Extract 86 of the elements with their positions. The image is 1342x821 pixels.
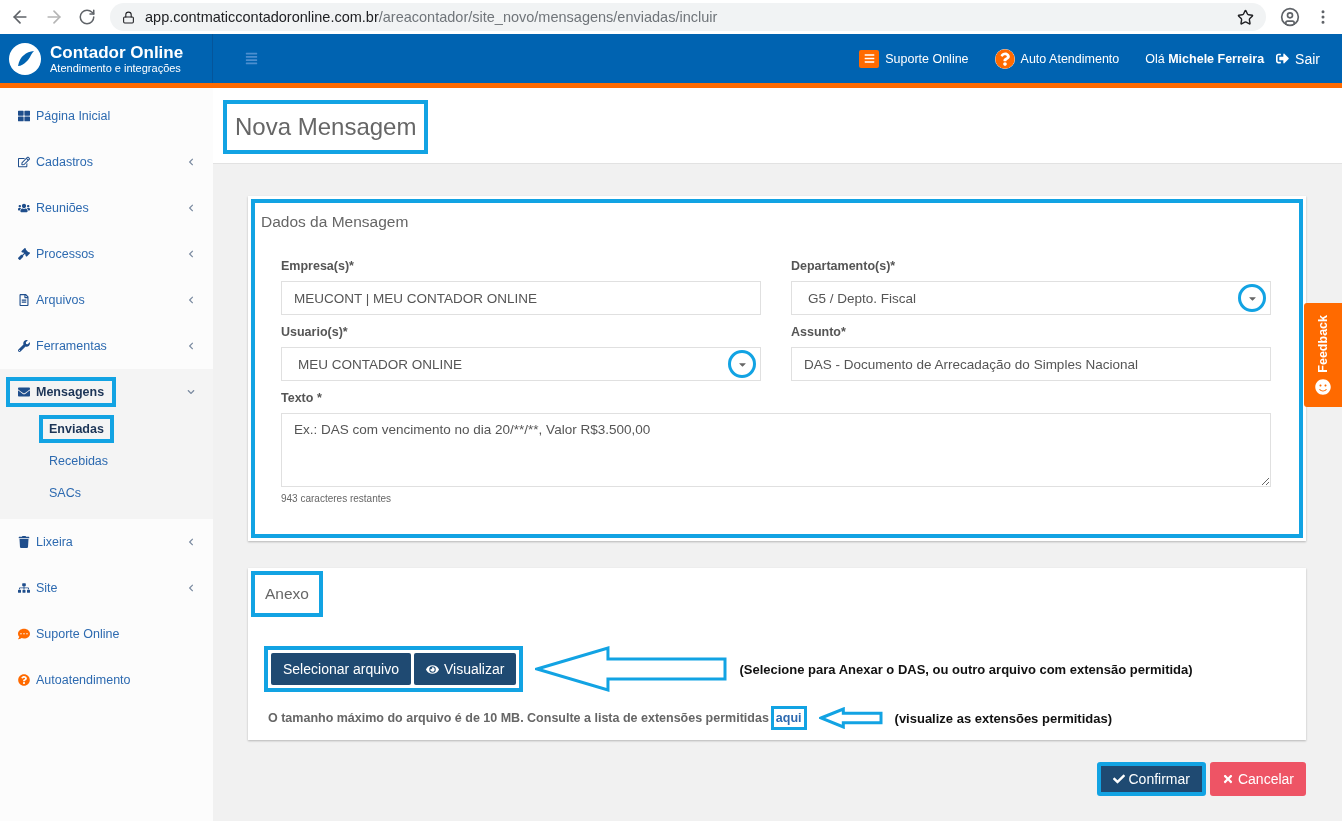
address-bar[interactable]: app.contmaticcontadoronline.com.br/areacontador/site_novo/mensagens/enviadas/incluir	[110, 3, 1266, 31]
support-link[interactable]: Suporte Online	[859, 49, 969, 68]
menu-text: Página Inicial	[36, 109, 111, 123]
size-info: O tamanho máximo do arquivo é de 10 MB. Consulte a lista de extensões permitidas	[268, 711, 769, 725]
field-label: Departamento(s)*	[791, 259, 897, 273]
brand-title: Contador Online	[50, 43, 184, 62]
chevron-left-icon	[187, 204, 195, 212]
wrench-icon	[18, 340, 30, 352]
view-button[interactable]: Visualizar	[413, 653, 517, 685]
input-field[interactable]: MEUCONT | MEU CONTADOR ONLINE	[281, 281, 761, 315]
submenu-item[interactable]: SACs	[39, 479, 91, 507]
sidebar-item[interactable]: Autoatendimento	[0, 657, 213, 703]
menu-text: Processos	[36, 247, 95, 261]
menu-text: Lixeira	[36, 535, 73, 549]
menu-text: Reuniões	[36, 201, 89, 215]
lock-icon	[122, 10, 135, 24]
text-area[interactable]: Ex.: DAS com vencimento no dia 20/**/**, Valor R$3.500,00	[281, 413, 1271, 487]
chat-icon	[859, 49, 880, 68]
extensions-link[interactable]: aqui	[770, 706, 807, 730]
chat-icon	[18, 628, 30, 640]
star-icon[interactable]	[1237, 8, 1254, 26]
trash-icon	[18, 536, 30, 548]
menu-text: Cadastros	[36, 155, 93, 169]
annotation-arrow	[818, 707, 883, 729]
chevron-left-icon	[187, 296, 195, 304]
chevron-left-icon	[187, 158, 195, 166]
logout-icon	[1276, 52, 1290, 65]
smiley-icon	[1315, 378, 1331, 395]
field-label: Usuario(s)*	[281, 325, 349, 339]
select-field[interactable]: MEU CONTADOR ONLINE	[281, 347, 761, 381]
cancel-button[interactable]: Cancelar	[1209, 762, 1306, 796]
card-title: Dados da Mensagem	[261, 213, 410, 231]
chevron-down-icon	[187, 388, 195, 396]
sidebar-item[interactable]: Lixeira	[0, 519, 213, 565]
menu-text: Mensagens	[36, 385, 105, 399]
envelope-icon	[18, 386, 30, 398]
logout-link[interactable]: Sair	[1276, 50, 1320, 67]
select-field[interactable]: G5 / Depto. Fiscal	[791, 281, 1271, 315]
profile-icon[interactable]	[1280, 7, 1300, 27]
sidebar-item[interactable]: Arquivos	[0, 277, 213, 323]
chevron-left-icon	[187, 538, 195, 546]
help-link[interactable]: Auto Atendimento	[994, 48, 1120, 69]
menu-text: Ferramentas	[36, 339, 107, 353]
url-text: app.contmaticcontadoronline.com.br/areacontador/site_novo/mensagens/enviadas/incluir	[145, 9, 719, 25]
sidebar-item[interactable]: Cadastros	[0, 139, 213, 185]
field-label: Texto *	[281, 391, 323, 405]
sitemap-icon	[18, 582, 30, 594]
sidebar-item[interactable]: Processos	[0, 231, 213, 277]
reload-icon[interactable]	[78, 8, 96, 26]
input-field[interactable]: DAS - Documento de Arrecadação do Simples Nacional	[791, 347, 1271, 381]
page-title: Nova Mensagem	[223, 100, 429, 154]
file-icon	[18, 294, 30, 306]
user-greeting: Olá Michele Ferreira	[1145, 51, 1265, 66]
grid-icon	[18, 110, 30, 122]
users-icon	[18, 202, 30, 214]
sidebar-item[interactable]: Suporte Online	[0, 611, 213, 657]
sidebar-item[interactable]: Site	[0, 565, 213, 611]
chevron-left-icon	[187, 342, 195, 350]
help-icon	[994, 48, 1015, 69]
edit-icon	[18, 156, 30, 168]
menu-text: Site	[36, 581, 58, 595]
sidebar-item[interactable]: Reuniões	[0, 185, 213, 231]
gavel-icon	[18, 248, 30, 260]
submenu-item[interactable]: Enviadas	[39, 415, 114, 443]
check-icon	[1112, 773, 1125, 785]
char-counter: 943 caracteres restantes	[281, 493, 393, 504]
chevron-left-icon	[187, 250, 195, 258]
menu-text: Autoatendimento	[36, 673, 131, 687]
chevron-left-icon	[187, 584, 195, 592]
field-label: Empresa(s)*	[281, 259, 355, 273]
menu-text: Arquivos	[36, 293, 85, 307]
confirm-button[interactable]: Confirmar	[1096, 762, 1206, 796]
card-title: Anexo	[251, 571, 323, 617]
submenu-item[interactable]: Recebidas	[39, 447, 119, 475]
menu-text: Suporte Online	[36, 627, 120, 641]
select-file-button[interactable]: Selecionar arquivo	[271, 653, 411, 685]
sidebar-item[interactable]: Ferramentas	[0, 323, 213, 369]
eye-icon	[425, 662, 439, 676]
field-label: Assunto*	[791, 325, 847, 339]
sidebar-item[interactable]: Mensagens	[0, 369, 213, 415]
sidebar-item[interactable]: Página Inicial	[0, 93, 213, 139]
close-icon	[1221, 773, 1234, 785]
brand-subtitle: Atendimento e integrações	[50, 61, 182, 74]
annotation-note: (visualize as extensões permitidas)	[894, 710, 1113, 726]
help-icon	[18, 674, 30, 686]
annotation-note: (Selecione para Anexar o DAS, ou outro arquivo com extensão permitida)	[739, 661, 1193, 677]
